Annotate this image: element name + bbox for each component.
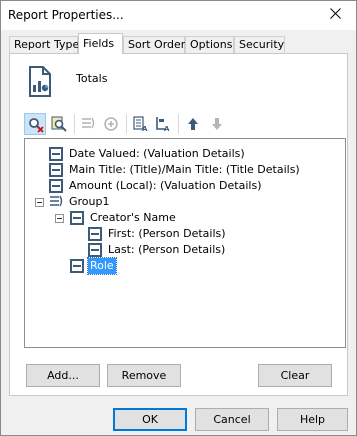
group-fields-button[interactable] bbox=[78, 113, 100, 135]
tab-fields[interactable]: Fields bbox=[78, 33, 123, 54]
field-icon bbox=[49, 147, 63, 161]
tree-node-label: Date Valued: (Valuation Details) bbox=[69, 147, 245, 160]
cancel-button[interactable]: Cancel bbox=[195, 408, 269, 431]
rename-field-button[interactable]: A bbox=[152, 113, 174, 135]
tree-node-label: Group1 bbox=[69, 195, 110, 208]
field-icon bbox=[49, 179, 63, 193]
tab-security[interactable]: Security bbox=[234, 36, 285, 53]
collapse-creators-name-toggle[interactable] bbox=[55, 214, 64, 223]
tab-label: Options bbox=[190, 38, 233, 51]
collapse-group1-toggle[interactable] bbox=[35, 198, 44, 207]
svg-text:A: A bbox=[142, 125, 148, 132]
field-icon bbox=[49, 163, 63, 177]
report-document-icon bbox=[28, 66, 52, 98]
move-up-icon bbox=[188, 118, 198, 130]
svg-text:A: A bbox=[164, 125, 170, 132]
toolbar-separator bbox=[74, 114, 75, 134]
rename-field-icon: A bbox=[156, 117, 170, 132]
ok-button[interactable]: OK bbox=[113, 408, 187, 431]
move-up-button[interactable] bbox=[182, 113, 204, 135]
field-icon bbox=[88, 243, 102, 257]
fields-toolbar: A A bbox=[24, 111, 264, 137]
tab-label: Security bbox=[239, 38, 285, 51]
tree-node-label: Amount (Local): (Valuation Details) bbox=[69, 179, 262, 192]
tab-options[interactable]: Options bbox=[185, 36, 234, 53]
tree-node-label: Main Title: (Title)/Main Title: (Title D… bbox=[69, 163, 300, 176]
tree-node-label: Role bbox=[87, 257, 117, 275]
field-icon bbox=[70, 211, 84, 225]
tree-node-label: Last: (Person Details) bbox=[108, 243, 226, 256]
toolbar-separator bbox=[126, 114, 127, 134]
toolbar-separator bbox=[178, 114, 179, 134]
report-properties-dialog: Report Properties... Report Type Fields … bbox=[0, 0, 357, 436]
tab-label: Sort Order bbox=[128, 38, 186, 51]
field-icon bbox=[70, 259, 84, 273]
tree-node-label: Creator's Name bbox=[90, 211, 176, 224]
title-bar: Report Properties... bbox=[1, 1, 356, 30]
add-button[interactable]: Add... bbox=[26, 364, 100, 387]
tab-label: Report Type bbox=[14, 38, 80, 51]
remove-button[interactable]: Remove bbox=[107, 364, 181, 387]
find-field-icon bbox=[29, 118, 44, 133]
close-button[interactable] bbox=[324, 3, 348, 25]
tab-label: Fields bbox=[83, 37, 115, 50]
window-title: Report Properties... bbox=[8, 8, 124, 22]
add-calculated-button[interactable] bbox=[100, 113, 122, 135]
add-calculated-icon bbox=[104, 117, 118, 131]
move-down-button[interactable] bbox=[206, 113, 228, 135]
find-next-icon bbox=[51, 116, 67, 132]
group-icon bbox=[50, 195, 63, 207]
close-icon bbox=[330, 8, 341, 19]
tab-sort-order[interactable]: Sort Order bbox=[123, 36, 185, 53]
clear-button[interactable]: Clear bbox=[258, 364, 332, 387]
sort-fields-icon: A bbox=[133, 116, 148, 132]
report-name: Totals bbox=[76, 72, 108, 85]
move-down-icon bbox=[212, 118, 222, 130]
find-field-button[interactable] bbox=[24, 113, 46, 135]
field-icon bbox=[88, 227, 102, 241]
tree-node-label: First: (Person Details) bbox=[108, 227, 226, 240]
fields-panel: Totals A A Date Valued: (Valuation Detai… bbox=[9, 53, 348, 396]
fields-tree[interactable]: Date Valued: (Valuation Details) Main Ti… bbox=[24, 138, 346, 348]
find-next-button[interactable] bbox=[48, 113, 70, 135]
help-button[interactable]: Help bbox=[277, 408, 348, 431]
tab-report-type[interactable]: Report Type bbox=[9, 36, 80, 53]
sort-fields-button[interactable]: A bbox=[130, 113, 152, 135]
group-fields-icon bbox=[82, 117, 95, 129]
